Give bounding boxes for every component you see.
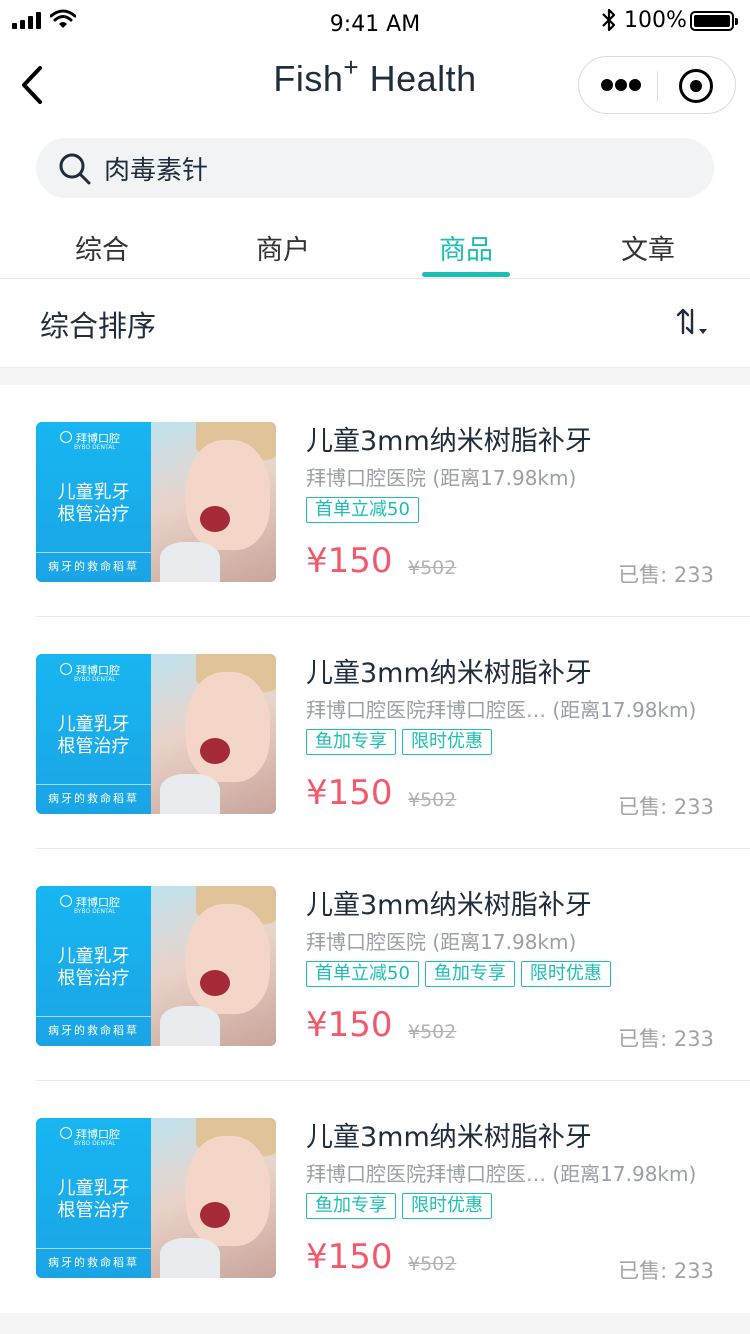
product-image[interactable]: 拜博口腔 BYBO DENTAL 儿童乳牙 根管治疗 病牙的救命稻草: [36, 886, 276, 1046]
original-price: ¥502: [408, 557, 457, 579]
tab-products[interactable]: 商品: [375, 228, 557, 267]
original-price: ¥502: [408, 789, 457, 811]
tab-bar: 综合 商户 商品 文章: [0, 214, 750, 278]
active-tab-indicator: [422, 272, 510, 277]
brand-logo-icon: [60, 1127, 72, 1139]
promo-tags: 首单立减50: [306, 497, 425, 525]
tab-comprehensive[interactable]: 综合: [11, 228, 193, 267]
bottom-gap: [0, 1313, 750, 1334]
thumb-headline: 儿童乳牙 根管治疗: [57, 482, 130, 525]
thumb-logo-sub: BYBO DENTAL: [74, 676, 116, 683]
promo-tag: 鱼加专享: [306, 1193, 396, 1219]
price: ¥150: [306, 1237, 393, 1277]
product-name[interactable]: 儿童3mm纳米树脂补牙: [306, 651, 592, 690]
product-name[interactable]: 儿童3mm纳米树脂补牙: [306, 1115, 592, 1154]
promo-tag: 限时优惠: [402, 1193, 492, 1219]
product-item[interactable]: 拜博口腔 BYBO DENTAL 儿童乳牙 根管治疗 病牙的救命稻草 儿童3mm纳…: [0, 849, 750, 1081]
search-input[interactable]: [104, 146, 684, 190]
promo-tag: 首单立减50: [306, 497, 419, 523]
capsule-divider: [657, 71, 658, 101]
thumb-footer: 病牙的救命稻草: [36, 552, 151, 574]
battery-icon: [690, 11, 738, 31]
promo-tags: 鱼加专享 限时优惠: [306, 1193, 498, 1221]
thumb-headline: 儿童乳牙 根管治疗: [57, 1178, 130, 1221]
battery-percentage: 100%: [624, 8, 687, 33]
promo-tag: 鱼加专享: [424, 961, 515, 987]
target-icon[interactable]: [679, 69, 713, 103]
nav-bar: Fish+ Health: [0, 44, 750, 126]
merchant-name: 拜博口腔医院 (距离17.98km): [306, 930, 577, 954]
brand-logo-icon: [60, 663, 72, 675]
price: ¥150: [306, 1005, 393, 1045]
merchant-name: 拜博口腔医院 (距离17.98km): [306, 466, 577, 490]
promo-tags: 首单立减50 鱼加专享 限时优惠: [306, 961, 617, 989]
original-price: ¥502: [408, 1021, 457, 1043]
sort-bar[interactable]: 综合排序: [0, 279, 750, 367]
sort-label[interactable]: 综合排序: [40, 303, 156, 345]
price: ¥150: [306, 773, 393, 813]
brand-logo-icon: [60, 431, 72, 443]
product-image[interactable]: 拜博口腔 BYBO DENTAL 儿童乳牙 根管治疗 病牙的救命稻草: [36, 654, 276, 814]
thumb-logo-sub: BYBO DENTAL: [74, 1140, 116, 1147]
mini-program-capsule: [578, 56, 736, 114]
tab-merchants[interactable]: 商户: [192, 228, 374, 267]
product-name[interactable]: 儿童3mm纳米树脂补牙: [306, 883, 592, 922]
bluetooth-icon: [602, 8, 616, 32]
section-gap: [0, 367, 750, 385]
status-bar: 9:41 AM 100%: [0, 0, 750, 44]
tab-articles[interactable]: 文章: [557, 228, 739, 267]
sold-count: 已售: 233: [618, 1259, 714, 1283]
sold-count: 已售: 233: [618, 563, 714, 587]
thumb-headline: 儿童乳牙 根管治疗: [57, 714, 130, 757]
merchant-name: 拜博口腔医院拜博口腔医… (距离17.98km): [306, 698, 697, 722]
price: ¥150: [306, 541, 393, 581]
thumb-logo-sub: BYBO DENTAL: [74, 444, 116, 451]
promo-tags: 鱼加专享 限时优惠: [306, 729, 498, 757]
thumb-footer: 病牙的救命稻草: [36, 1248, 151, 1270]
sort-icon[interactable]: [674, 307, 710, 339]
product-name[interactable]: 儿童3mm纳米树脂补牙: [306, 419, 592, 458]
promo-tag: 限时优惠: [402, 729, 492, 755]
brand-logo-icon: [60, 895, 72, 907]
promo-tag: 首单立减50: [306, 961, 419, 987]
product-list: 拜博口腔 BYBO DENTAL 儿童乳牙 根管治疗 病牙的救命稻草 儿童3mm纳…: [0, 385, 750, 1313]
product-item[interactable]: 拜博口腔 BYBO DENTAL 儿童乳牙 根管治疗 病牙的救命稻草 儿童3mm纳…: [0, 385, 750, 617]
search-bar: [36, 138, 714, 198]
merchant-name: 拜博口腔医院拜博口腔医… (距离17.98km): [306, 1162, 697, 1186]
thumb-logo-sub: BYBO DENTAL: [74, 908, 116, 915]
more-icon[interactable]: [601, 79, 641, 93]
thumb-headline: 儿童乳牙 根管治疗: [57, 946, 130, 989]
thumb-footer: 病牙的救命稻草: [36, 1016, 151, 1038]
product-image[interactable]: 拜博口腔 BYBO DENTAL 儿童乳牙 根管治疗 病牙的救命稻草: [36, 422, 276, 582]
promo-tag: 限时优惠: [520, 961, 611, 987]
sold-count: 已售: 233: [618, 1027, 714, 1051]
thumb-footer: 病牙的救命稻草: [36, 784, 151, 806]
product-item[interactable]: 拜博口腔 BYBO DENTAL 儿童乳牙 根管治疗 病牙的救命稻草 儿童3mm纳…: [0, 1081, 750, 1313]
original-price: ¥502: [408, 1253, 457, 1275]
sold-count: 已售: 233: [618, 795, 714, 819]
product-item[interactable]: 拜博口腔 BYBO DENTAL 儿童乳牙 根管治疗 病牙的救命稻草 儿童3mm纳…: [0, 617, 750, 849]
promo-tag: 鱼加专享: [306, 729, 396, 755]
search-icon: [59, 153, 91, 185]
product-image[interactable]: 拜博口腔 BYBO DENTAL 儿童乳牙 根管治疗 病牙的救命稻草: [36, 1118, 276, 1278]
